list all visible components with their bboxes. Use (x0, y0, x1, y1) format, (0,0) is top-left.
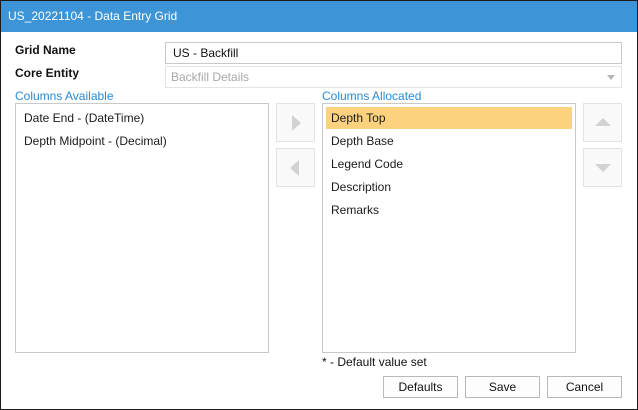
list-item[interactable]: Depth Midpoint - (Decimal) (19, 130, 265, 152)
columns-available-label: Columns Available (15, 89, 114, 103)
arrow-left-icon (290, 160, 299, 176)
core-entity-value: Backfill Details (171, 70, 250, 84)
move-up-button[interactable] (583, 103, 622, 142)
defaults-button[interactable]: Defaults (383, 376, 458, 398)
grid-name-label: Grid Name (15, 43, 76, 57)
chevron-down-icon (607, 75, 615, 80)
list-item[interactable]: Legend Code (326, 153, 572, 175)
move-down-button[interactable] (583, 148, 622, 187)
list-item[interactable]: Date End - (DateTime) (19, 107, 265, 129)
columns-allocated-label: Columns Allocated (322, 89, 422, 103)
arrow-right-icon (292, 115, 301, 131)
columns-allocated-list[interactable]: Depth Top Depth Base Legend Code Descrip… (322, 103, 576, 353)
cancel-button[interactable]: Cancel (547, 376, 622, 398)
window-title: US_20221104 - Data Entry Grid (1, 1, 637, 32)
list-item[interactable]: Remarks (326, 199, 572, 221)
core-entity-select: Backfill Details (165, 66, 622, 88)
list-item-selected[interactable]: Depth Top (326, 107, 572, 129)
arrow-up-icon (595, 118, 611, 126)
move-right-button[interactable] (276, 103, 315, 142)
core-entity-label: Core Entity (15, 66, 80, 80)
list-item[interactable]: Description (326, 176, 572, 198)
save-button[interactable]: Save (465, 376, 540, 398)
default-value-note: * - Default value set (322, 355, 427, 369)
list-item[interactable]: Depth Base (326, 130, 572, 152)
arrow-down-icon (595, 164, 611, 172)
columns-available-list[interactable]: Date End - (DateTime) Depth Midpoint - (… (15, 103, 269, 353)
grid-name-input[interactable]: US - Backfill (165, 42, 622, 64)
move-left-button[interactable] (276, 148, 315, 187)
data-entry-grid-window: US_20221104 - Data Entry Grid Grid Name … (0, 0, 638, 410)
